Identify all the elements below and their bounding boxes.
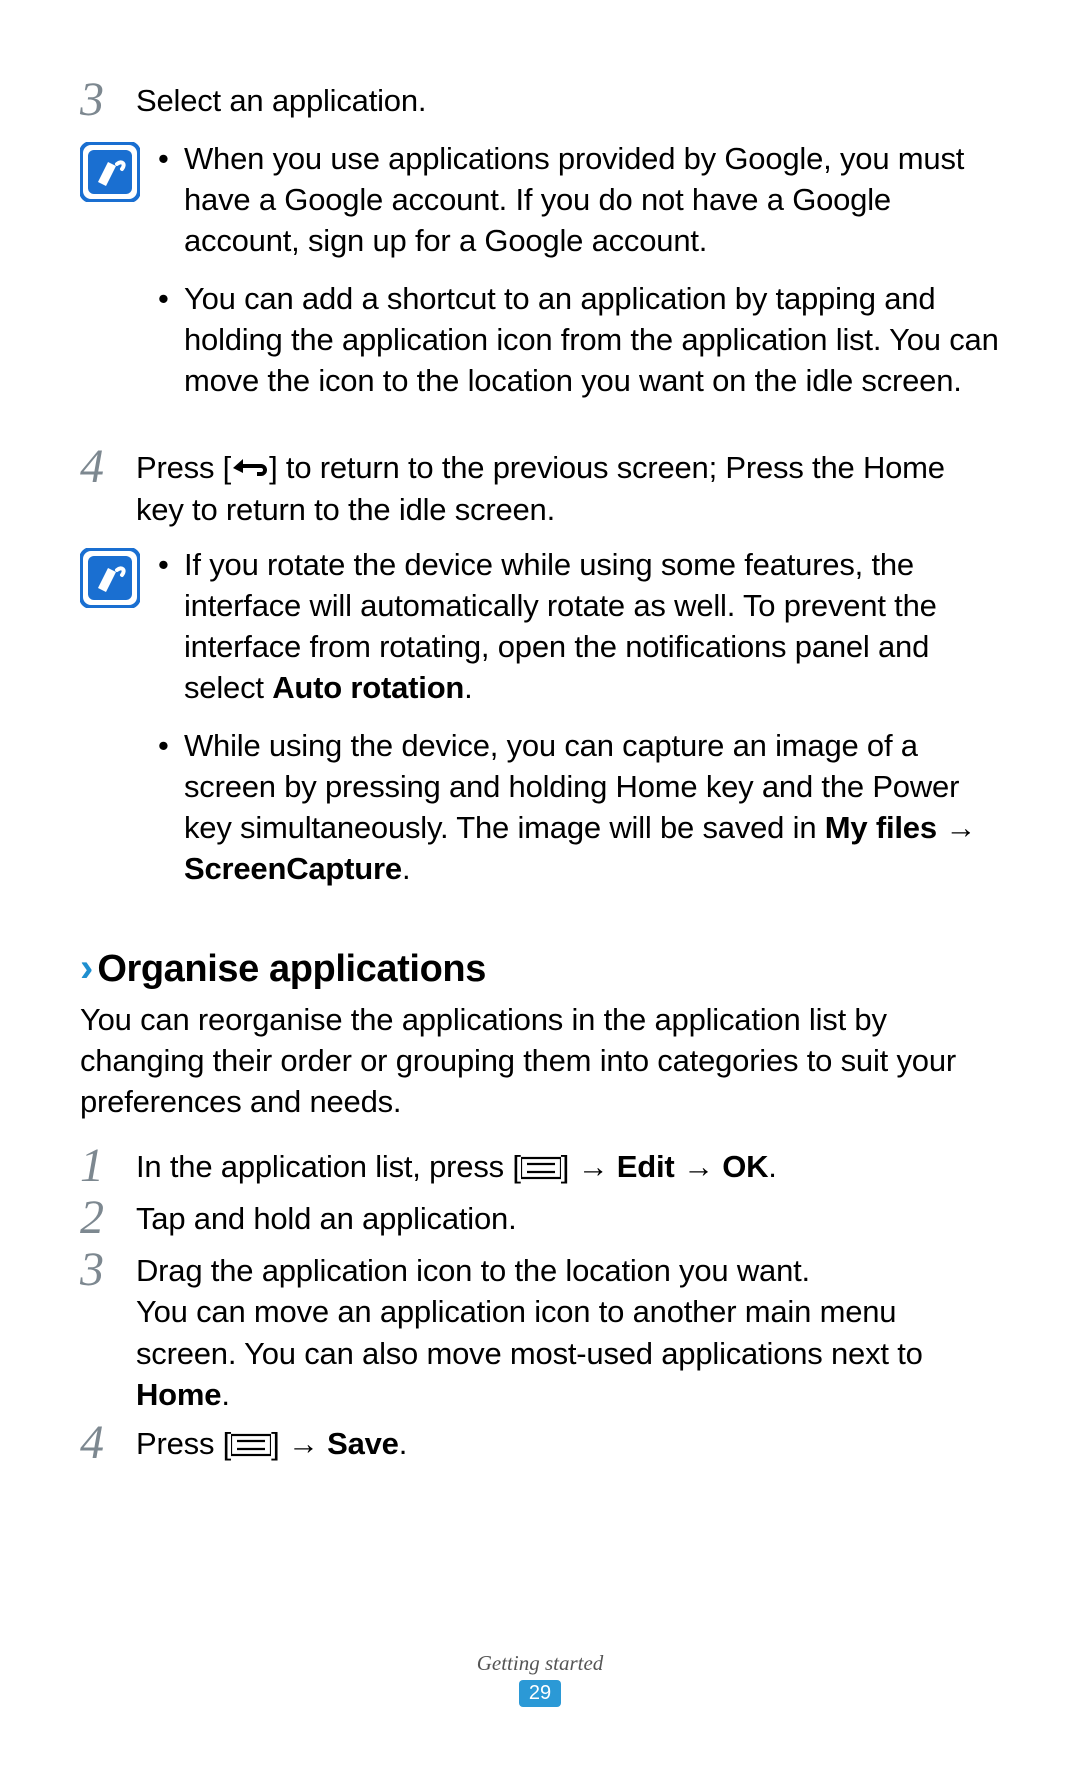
page-footer: Getting started 29 [0,1651,1080,1707]
bold-text: Edit [617,1149,675,1184]
bullet-text: When you use applications provided by Go… [184,138,1000,262]
bullet-dot: • [158,138,184,179]
menu-icon [521,1149,561,1173]
org-step-3: 3 Drag the application icon to the locat… [80,1250,1000,1415]
step-text: Press [ ] → Save. [136,1423,1000,1464]
bullet-item: • When you use applications provided by … [158,138,1000,262]
step-text: Tap and hold an application. [136,1198,1000,1239]
bullet-list: • If you rotate the device while using s… [158,544,1000,906]
step-4: 4 Press [] to return to the previous scr… [80,447,1000,529]
bullet-item: • You can add a shortcut to an applicati… [158,278,1000,402]
chevron-icon: › [80,946,93,991]
text-fragment: ] → [561,1149,617,1184]
step-text: Drag the application icon to the locatio… [136,1250,1000,1415]
org-step-1: 1 In the application list, press [] → Ed… [80,1146,1000,1190]
footer-section-label: Getting started [0,1651,1080,1676]
text-fragment: → [675,1149,723,1184]
step-number: 1 [80,1142,136,1190]
menu-icon [231,1426,271,1450]
bullet-text: You can add a shortcut to an application… [184,278,1000,402]
page-number-badge: 29 [519,1680,561,1707]
text-line: You can move an application icon to anot… [136,1291,1000,1415]
bullet-dot: • [158,544,184,585]
org-step-2: 2 Tap and hold an application. [80,1198,1000,1242]
bullet-item: • While using the device, you can captur… [158,725,1000,890]
bullet-list: • When you use applications provided by … [158,138,1000,417]
step-text: Select an application. [136,80,1000,121]
section-heading: › Organise applications [80,946,1000,991]
heading-text: Organise applications [97,948,486,991]
note-icon [80,548,140,608]
bullet-text: If you rotate the device while using som… [184,544,1000,709]
text-fragment: . [464,670,472,705]
step-number: 2 [80,1194,136,1242]
bullet-item: • If you rotate the device while using s… [158,544,1000,709]
bullet-dot: • [158,725,184,766]
step-number: 4 [80,443,136,491]
back-icon [231,450,269,476]
step-number: 3 [80,1246,136,1294]
step-number: 4 [80,1419,136,1467]
text-fragment: ] → [271,1426,327,1461]
text-fragment: . [402,851,410,886]
note-icon [80,142,140,202]
manual-page: 3 Select an application. • When you use … [0,0,1080,1771]
text-fragment: . [221,1377,229,1412]
step-number: 3 [80,76,136,124]
step-text: Press [] to return to the previous scree… [136,447,1000,529]
bold-text: Save [327,1426,399,1461]
bold-text: Auto rotation [272,670,464,705]
text-line: Drag the application icon to the locatio… [136,1250,1000,1291]
step-3: 3 Select an application. [80,80,1000,124]
text-fragment: . [399,1426,407,1461]
bullet-dot: • [158,278,184,319]
bullet-text: While using the device, you can capture … [184,725,1000,890]
text-fragment: In the application list, press [ [136,1149,521,1184]
text-fragment: . [768,1149,776,1184]
org-step-4: 4 Press [] → Save. [80,1423,1000,1467]
text-fragment: Press [ [136,1426,231,1461]
bold-text: OK [722,1149,768,1184]
section-intro: You can reorganise the applications in t… [80,999,1000,1123]
note-block: • When you use applications provided by … [80,138,1000,417]
step-text: In the application list, press [ ] → Edit… [136,1146,1000,1187]
text-fragment: Press [ [136,450,231,485]
bold-text: Home [136,1377,221,1412]
text-fragment: You can move an application icon to anot… [136,1294,923,1370]
note-block: • If you rotate the device while using s… [80,544,1000,906]
